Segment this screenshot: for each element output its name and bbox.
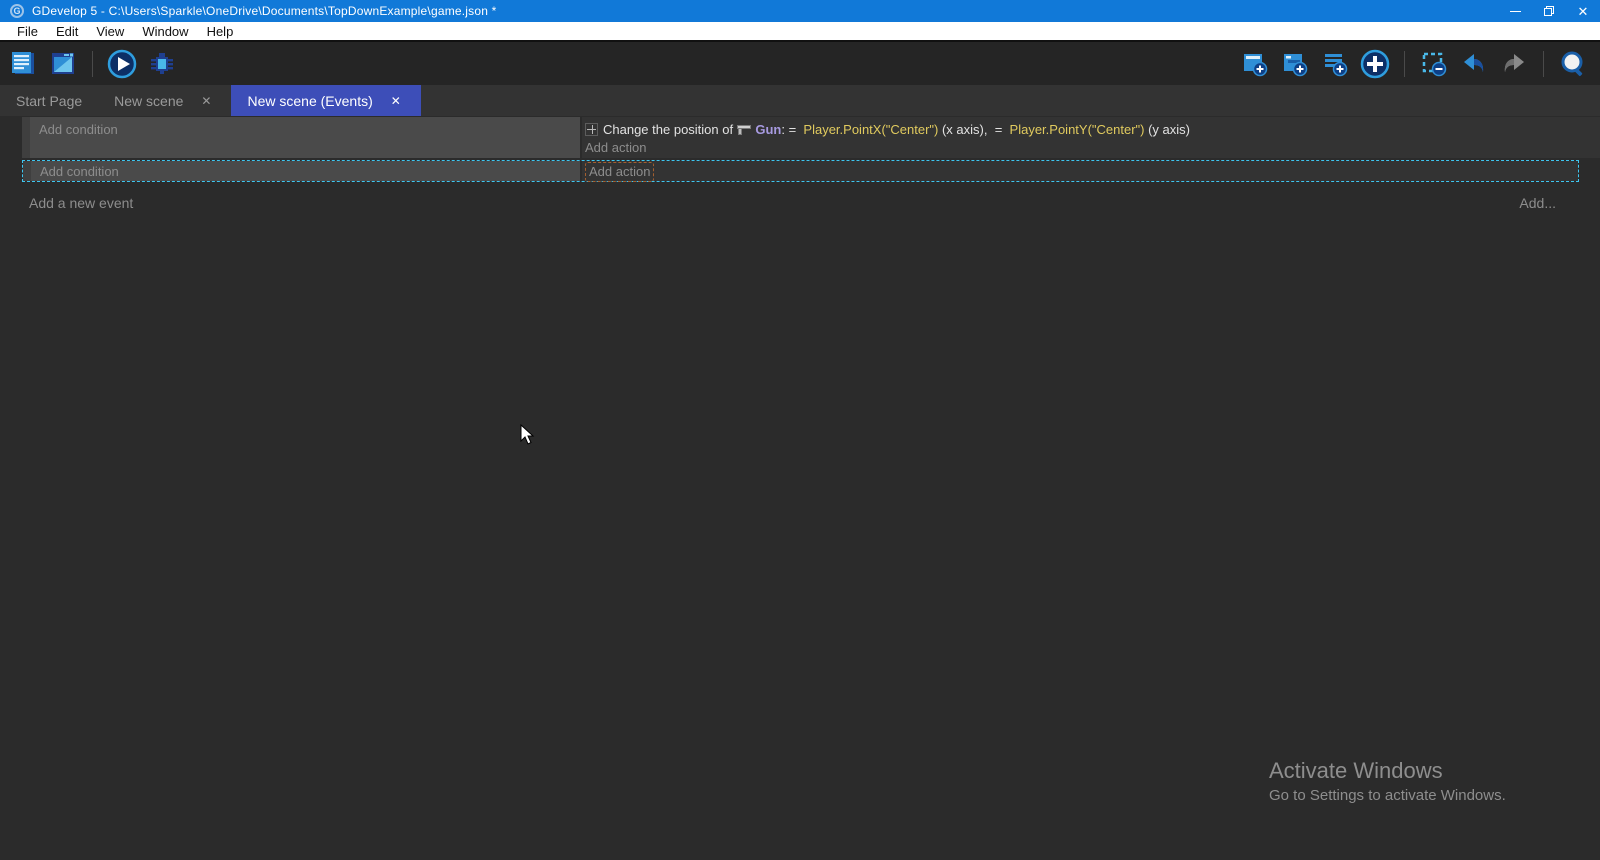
close-icon: ✕ bbox=[1578, 5, 1589, 18]
add-action-link[interactable]: Add action bbox=[589, 164, 650, 179]
menu-window[interactable]: Window bbox=[133, 21, 197, 41]
search-icon bbox=[1559, 50, 1587, 78]
tab-close-icon[interactable]: ✕ bbox=[387, 92, 405, 110]
remove-selection-icon bbox=[1420, 50, 1448, 78]
watermark-title: Activate Windows bbox=[1269, 758, 1506, 784]
add-more-button[interactable] bbox=[1360, 49, 1390, 79]
add-comment-button[interactable] bbox=[1320, 49, 1350, 79]
restore-icon bbox=[1544, 6, 1554, 16]
event-row-2-selected[interactable]: Add condition Add action bbox=[22, 160, 1579, 182]
window-title: GDevelop 5 - C:\Users\Sparkle\OneDrive\D… bbox=[32, 4, 497, 18]
gun-object-thumbnail-icon bbox=[737, 124, 752, 135]
event-grip[interactable] bbox=[23, 161, 31, 181]
events-footer: Add a new event Add... bbox=[29, 195, 1556, 211]
tab-new-scene[interactable]: New scene ✕ bbox=[98, 85, 231, 116]
tab-label: Start Page bbox=[16, 93, 82, 109]
toolbar-left-group bbox=[0, 49, 177, 79]
open-scene-button[interactable] bbox=[48, 49, 78, 79]
toolbar bbox=[0, 42, 1600, 85]
remove-selection-button[interactable] bbox=[1419, 49, 1449, 79]
add-event-button[interactable] bbox=[1240, 49, 1270, 79]
expression-y: Player.PointY("Center") bbox=[1010, 122, 1145, 137]
add-event-icon bbox=[1241, 50, 1269, 78]
event2-conditions: Add condition bbox=[31, 161, 580, 181]
toolbar-separator bbox=[1404, 51, 1405, 77]
project-manager-icon bbox=[9, 50, 37, 78]
activate-windows-watermark: Activate Windows Go to Settings to activ… bbox=[1269, 758, 1506, 804]
position-action-icon bbox=[585, 123, 598, 136]
add-circle-icon bbox=[1360, 49, 1390, 79]
add-link[interactable]: Add... bbox=[1519, 195, 1556, 211]
minimize-button[interactable] bbox=[1498, 0, 1532, 22]
cursor-arrow-icon bbox=[520, 424, 536, 446]
tab-new-scene-events[interactable]: New scene (Events) ✕ bbox=[231, 85, 420, 116]
menu-view[interactable]: View bbox=[87, 21, 133, 41]
event2-actions: Add action bbox=[582, 161, 1578, 181]
tab-label: New scene bbox=[114, 93, 183, 109]
event1-actions: Change the position of Gun: = Player.Poi… bbox=[582, 117, 1600, 158]
restore-button[interactable] bbox=[1532, 0, 1566, 22]
gdevelop-logo-icon: G bbox=[10, 4, 24, 18]
expression-x: Player.PointX("Center") bbox=[803, 122, 938, 137]
scene-window-icon bbox=[49, 50, 77, 78]
project-manager-button[interactable] bbox=[8, 49, 38, 79]
add-new-event-link[interactable]: Add a new event bbox=[29, 195, 133, 211]
add-subevent-button[interactable] bbox=[1280, 49, 1310, 79]
add-action-row: Add action bbox=[585, 139, 1600, 157]
title-bar: G GDevelop 5 - C:\Users\Sparkle\OneDrive… bbox=[0, 0, 1600, 22]
tab-close-icon[interactable]: ✕ bbox=[197, 92, 215, 110]
menu-bar: File Edit View Window Help bbox=[0, 22, 1600, 42]
add-comment-icon bbox=[1321, 50, 1349, 78]
close-button[interactable]: ✕ bbox=[1566, 0, 1600, 22]
gdevelop-window: G GDevelop 5 - C:\Users\Sparkle\OneDrive… bbox=[0, 0, 1600, 860]
add-action-focus-ring: Add action bbox=[585, 162, 654, 182]
toolbar-separator bbox=[92, 51, 93, 77]
play-icon bbox=[107, 49, 137, 79]
redo-button[interactable] bbox=[1499, 49, 1529, 79]
add-condition-link[interactable]: Add condition bbox=[40, 164, 119, 179]
mouse-cursor bbox=[520, 424, 536, 451]
events-sheet: Add condition Change the position of Gun… bbox=[0, 116, 1600, 860]
action-change-position[interactable]: Change the position of Gun: = Player.Poi… bbox=[585, 119, 1600, 139]
add-condition-link[interactable]: Add condition bbox=[39, 122, 118, 137]
debug-button[interactable] bbox=[147, 49, 177, 79]
minimize-icon bbox=[1510, 11, 1521, 12]
search-button[interactable] bbox=[1558, 49, 1588, 79]
watermark-subtitle: Go to Settings to activate Windows. bbox=[1269, 787, 1506, 804]
tab-bar: Start Page New scene ✕ New scene (Events… bbox=[0, 85, 1600, 116]
tab-start-page[interactable]: Start Page bbox=[0, 85, 98, 116]
toolbar-right-group bbox=[1240, 49, 1600, 79]
debug-bug-icon bbox=[148, 50, 176, 78]
event-row-1[interactable]: Add condition Change the position of Gun… bbox=[22, 117, 1600, 158]
tab-label: New scene (Events) bbox=[247, 93, 372, 109]
menu-edit[interactable]: Edit bbox=[47, 21, 87, 41]
event1-conditions: Add condition bbox=[30, 117, 580, 158]
event-grip[interactable] bbox=[22, 117, 30, 158]
play-preview-button[interactable] bbox=[107, 49, 137, 79]
action-sentence: Change the position of Gun: = Player.Poi… bbox=[603, 122, 1190, 137]
undo-button[interactable] bbox=[1459, 49, 1489, 79]
add-subevent-icon bbox=[1281, 50, 1309, 78]
redo-icon bbox=[1500, 50, 1528, 78]
toolbar-separator bbox=[1543, 51, 1544, 77]
menu-help[interactable]: Help bbox=[198, 21, 243, 41]
object-name: Gun bbox=[755, 122, 781, 137]
undo-icon bbox=[1460, 50, 1488, 78]
window-controls: ✕ bbox=[1498, 0, 1600, 22]
add-action-link[interactable]: Add action bbox=[585, 140, 646, 155]
menu-file[interactable]: File bbox=[8, 21, 47, 41]
